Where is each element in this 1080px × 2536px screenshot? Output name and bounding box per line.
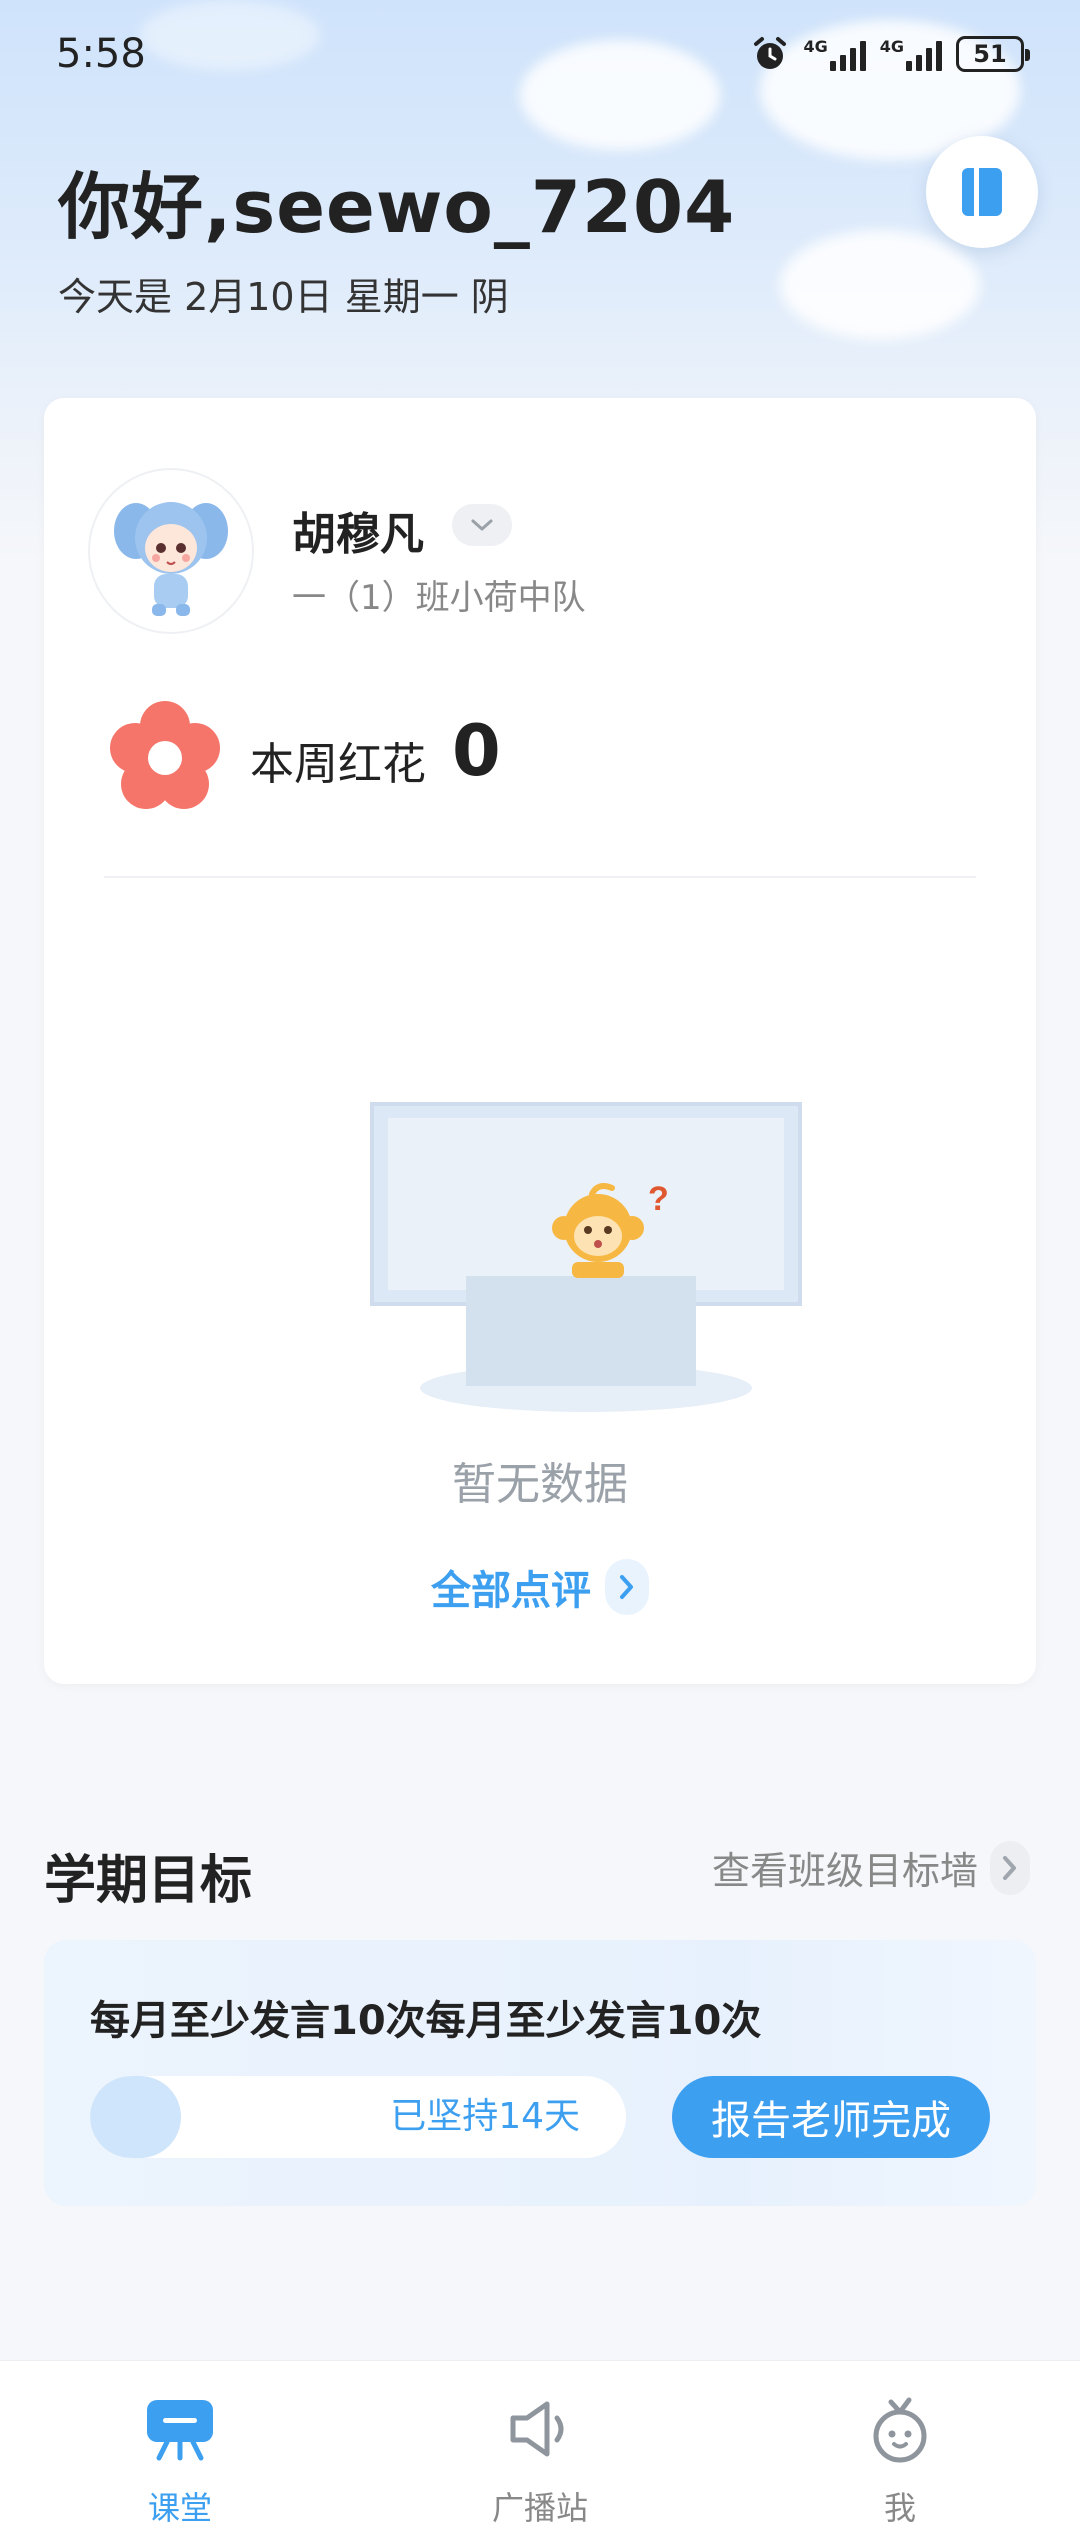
- tab-classroom-label: 课堂: [147, 2489, 212, 2527]
- report-teacher-complete-button[interactable]: 报告老师完成: [672, 2076, 990, 2158]
- student-name[interactable]: 胡穆凡: [292, 498, 424, 562]
- status-bar: 5:58 4G 4G 51: [0, 0, 1080, 108]
- weekly-flowers-count: 0: [452, 710, 501, 792]
- chevron-right-icon: [1003, 1855, 1016, 1880]
- tab-me-label: 我: [883, 2489, 916, 2527]
- layout-toggle-icon: [962, 168, 1002, 216]
- greeting-title: 你好,seewo_7204: [58, 165, 736, 249]
- date-weather-line: 今天是 2月10日 星期一 阴: [58, 275, 509, 319]
- goal-title: 每月至少发言10次每月至少发言10次: [90, 1998, 762, 2044]
- tab-broadcast-label: 广播站: [491, 2489, 588, 2527]
- class-goal-wall-label: 查看班级目标墙: [711, 1849, 978, 1893]
- battery-indicator: 51: [956, 36, 1030, 72]
- class-goal-wall-link[interactable]: 查看班级目标墙: [712, 1840, 1030, 1895]
- weekly-flowers-label: 本周红花: [250, 739, 426, 790]
- status-time: 5:58: [56, 31, 146, 77]
- profile-icon: [860, 2389, 940, 2469]
- goal-progress-fill: [90, 2076, 182, 2158]
- svg-text:?: ?: [648, 1180, 669, 1218]
- student-avatar[interactable]: [88, 468, 254, 634]
- layout-toggle-button[interactable]: [926, 136, 1038, 248]
- chevron-down-icon: [471, 519, 493, 531]
- alarm-icon: [754, 37, 787, 69]
- student-card: 胡穆凡 一（1）班小荷中队 本周红花 0 ? 暂无数据 全部点评: [44, 398, 1036, 1684]
- classroom-icon: [140, 2389, 220, 2469]
- speaker-icon: [500, 2389, 580, 2469]
- student-switch-button[interactable]: [452, 504, 512, 546]
- signal-2-icon: 4G: [880, 37, 942, 71]
- network-type-1: 4G: [803, 37, 828, 56]
- all-reviews-link[interactable]: 全部点评: [44, 1558, 1036, 1616]
- red-flower-icon: [110, 701, 220, 809]
- goal-progress-text: 已坚持14天: [390, 2096, 580, 2137]
- all-reviews-label: 全部点评: [431, 1568, 591, 1614]
- tab-classroom[interactable]: 课堂: [0, 2361, 360, 2536]
- battery-level: 51: [973, 40, 1007, 68]
- chevron-right-circle: [990, 1840, 1030, 1895]
- avatar-character-icon: [114, 502, 228, 616]
- signal-1-icon: 4G: [803, 37, 866, 71]
- chevron-right-circle: [605, 1559, 649, 1615]
- status-icons: 4G 4G 51: [751, 35, 1030, 73]
- tab-me[interactable]: 我: [720, 2361, 1080, 2536]
- tab-broadcast[interactable]: 广播站: [360, 2361, 720, 2536]
- divider: [104, 876, 976, 878]
- student-class: 一（1）班小荷中队: [292, 578, 586, 618]
- empty-state-illustration: ?: [370, 1102, 802, 1412]
- goal-card: 每月至少发言10次每月至少发言10次 已坚持14天 报告老师完成: [44, 1940, 1036, 2206]
- bottom-tab-bar: 课堂 广播站 我: [0, 2360, 1080, 2536]
- chevron-right-icon: [620, 1575, 633, 1599]
- network-type-2: 4G: [879, 37, 904, 56]
- goal-progress-bar: 已坚持14天: [90, 2076, 626, 2158]
- empty-state-text: 暂无数据: [452, 1459, 628, 1510]
- goals-section-title: 学期目标: [44, 1851, 253, 1911]
